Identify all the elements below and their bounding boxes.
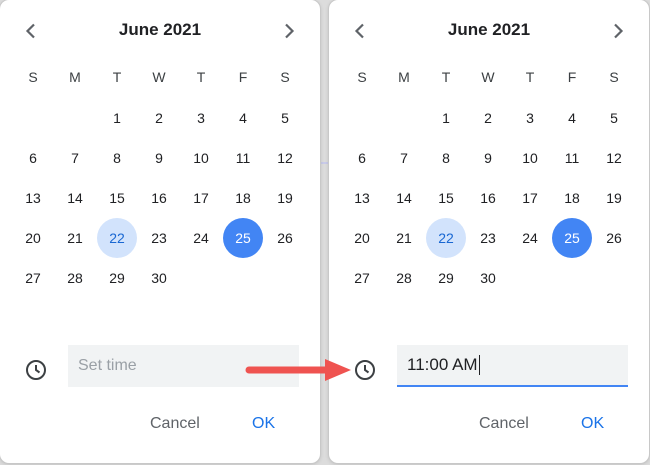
calendar-day[interactable]: 13	[13, 178, 53, 218]
calendar-day[interactable]: 23	[139, 218, 179, 258]
text-caret	[478, 355, 480, 375]
weekday-label: W	[481, 69, 495, 85]
calendar-day[interactable]: 15	[426, 178, 466, 218]
clock-icon	[353, 358, 377, 382]
calendar-day[interactable]: 3	[510, 98, 550, 138]
calendar-day[interactable]: 9	[139, 138, 179, 178]
time-input[interactable]: 11:00 AM	[397, 345, 628, 387]
weekday-label: T	[196, 69, 206, 85]
calendar-grid: 1 2 3 4 5 6 7 8 9 10 11 12 13 14 15 16 17 18 19 20 21 22 23 24 2…	[341, 98, 637, 298]
calendar-day[interactable]: 21	[55, 218, 95, 258]
calendar-day[interactable]: 19	[265, 178, 305, 218]
calendar-day[interactable]: 4	[223, 98, 263, 138]
calendar-day[interactable]: 15	[97, 178, 137, 218]
clock-icon	[24, 358, 48, 382]
calendar-day[interactable]: 11	[552, 138, 592, 178]
today-day[interactable]: 22	[426, 218, 466, 258]
calendar-day[interactable]: 30	[139, 258, 179, 298]
calendar-day[interactable]: 18	[552, 178, 592, 218]
calendar-day[interactable]: 6	[342, 138, 382, 178]
weekday-label: F	[238, 69, 248, 85]
weekday-header-row: SMTWTFS	[341, 69, 637, 87]
weekday-label: T	[525, 69, 535, 85]
weekday-label: S	[609, 69, 619, 85]
calendar-day[interactable]: 1	[426, 98, 466, 138]
chevron-right-icon	[614, 23, 624, 39]
cancel-button[interactable]: Cancel	[142, 413, 208, 435]
calendar-grid: 1 2 3 4 5 6 7 8 9 10 11 12 13 14 15 16 17 18 19 20 21 22 23 24 2…	[12, 98, 308, 298]
month-title: June 2021	[118, 20, 202, 39]
calendar-day[interactable]: 18	[223, 178, 263, 218]
calendar-day[interactable]: 20	[342, 218, 382, 258]
backdrop-line-middle	[320, 162, 329, 164]
calendar-day[interactable]: 16	[468, 178, 508, 218]
calendar-day[interactable]: 17	[181, 178, 221, 218]
weekday-label: S	[280, 69, 290, 85]
ok-button[interactable]: OK	[244, 413, 283, 435]
weekday-label: S	[357, 69, 367, 85]
next-month-button[interactable]	[276, 18, 302, 44]
calendar-day[interactable]: 24	[510, 218, 550, 258]
selected-day[interactable]: 25	[552, 218, 592, 258]
calendar-day[interactable]: 9	[468, 138, 508, 178]
next-month-button[interactable]	[605, 18, 631, 44]
calendar-day[interactable]: 26	[594, 218, 634, 258]
weekday-label: T	[441, 69, 451, 85]
weekday-label: M	[398, 69, 410, 85]
calendar-day[interactable]: 17	[510, 178, 550, 218]
calendar-day[interactable]: 27	[13, 258, 53, 298]
calendar-day[interactable]: 7	[384, 138, 424, 178]
calendar-day[interactable]: 21	[384, 218, 424, 258]
calendar-day[interactable]: 28	[384, 258, 424, 298]
calendar-day[interactable]: 14	[55, 178, 95, 218]
calendar-day[interactable]: 29	[426, 258, 466, 298]
calendar-day[interactable]: 8	[97, 138, 137, 178]
calendar-day[interactable]: 26	[265, 218, 305, 258]
selected-day[interactable]: 25	[223, 218, 263, 258]
weekday-label: W	[152, 69, 166, 85]
calendar-day[interactable]: 13	[342, 178, 382, 218]
time-input-placeholder: Set time	[78, 357, 137, 374]
calendar-day[interactable]: 3	[181, 98, 221, 138]
calendar-day[interactable]: 16	[139, 178, 179, 218]
right-arrow-icon	[245, 359, 351, 381]
calendar-day[interactable]: 24	[181, 218, 221, 258]
today-day[interactable]: 22	[97, 218, 137, 258]
calendar-day[interactable]: 5	[594, 98, 634, 138]
calendar-day[interactable]: 6	[13, 138, 53, 178]
date-picker-dialog-empty-time: June 2021 SMTWTFS 1 2 3 4 5 6 7 8 9 10 11 12 13 14 15 1…	[0, 0, 320, 463]
weekday-label: T	[112, 69, 122, 85]
calendar-day[interactable]: 19	[594, 178, 634, 218]
calendar-day[interactable]: 7	[55, 138, 95, 178]
calendar-day[interactable]: 29	[97, 258, 137, 298]
ok-button[interactable]: OK	[573, 413, 612, 435]
calendar-day[interactable]: 20	[13, 218, 53, 258]
calendar-day[interactable]: 14	[384, 178, 424, 218]
calendar-day[interactable]: 30	[468, 258, 508, 298]
calendar-day[interactable]: 2	[139, 98, 179, 138]
calendar-day[interactable]: 5	[265, 98, 305, 138]
weekday-label: S	[28, 69, 38, 85]
time-input-value: 11:00 AM	[407, 355, 478, 374]
calendar-day[interactable]: 27	[342, 258, 382, 298]
calendar-day[interactable]: 12	[594, 138, 634, 178]
calendar-day[interactable]: 1	[97, 98, 137, 138]
cancel-button[interactable]: Cancel	[471, 413, 537, 435]
weekday-label: M	[69, 69, 81, 85]
weekday-label: F	[567, 69, 577, 85]
calendar-day[interactable]: 8	[426, 138, 466, 178]
calendar-day[interactable]: 10	[510, 138, 550, 178]
calendar-day[interactable]: 11	[223, 138, 263, 178]
month-title: June 2021	[447, 20, 531, 39]
calendar-day[interactable]: 23	[468, 218, 508, 258]
calendar-day[interactable]: 12	[265, 138, 305, 178]
chevron-right-icon	[285, 23, 295, 39]
date-picker-dialog-time-set: June 2021 SMTWTFS 1 2 3 4 5 6 7 8 9 10 11 12 13 14 15 1…	[329, 0, 649, 463]
calendar-day[interactable]: 10	[181, 138, 221, 178]
weekday-header-row: SMTWTFS	[12, 69, 308, 87]
calendar-day[interactable]: 2	[468, 98, 508, 138]
calendar-day[interactable]: 28	[55, 258, 95, 298]
calendar-day[interactable]: 4	[552, 98, 592, 138]
